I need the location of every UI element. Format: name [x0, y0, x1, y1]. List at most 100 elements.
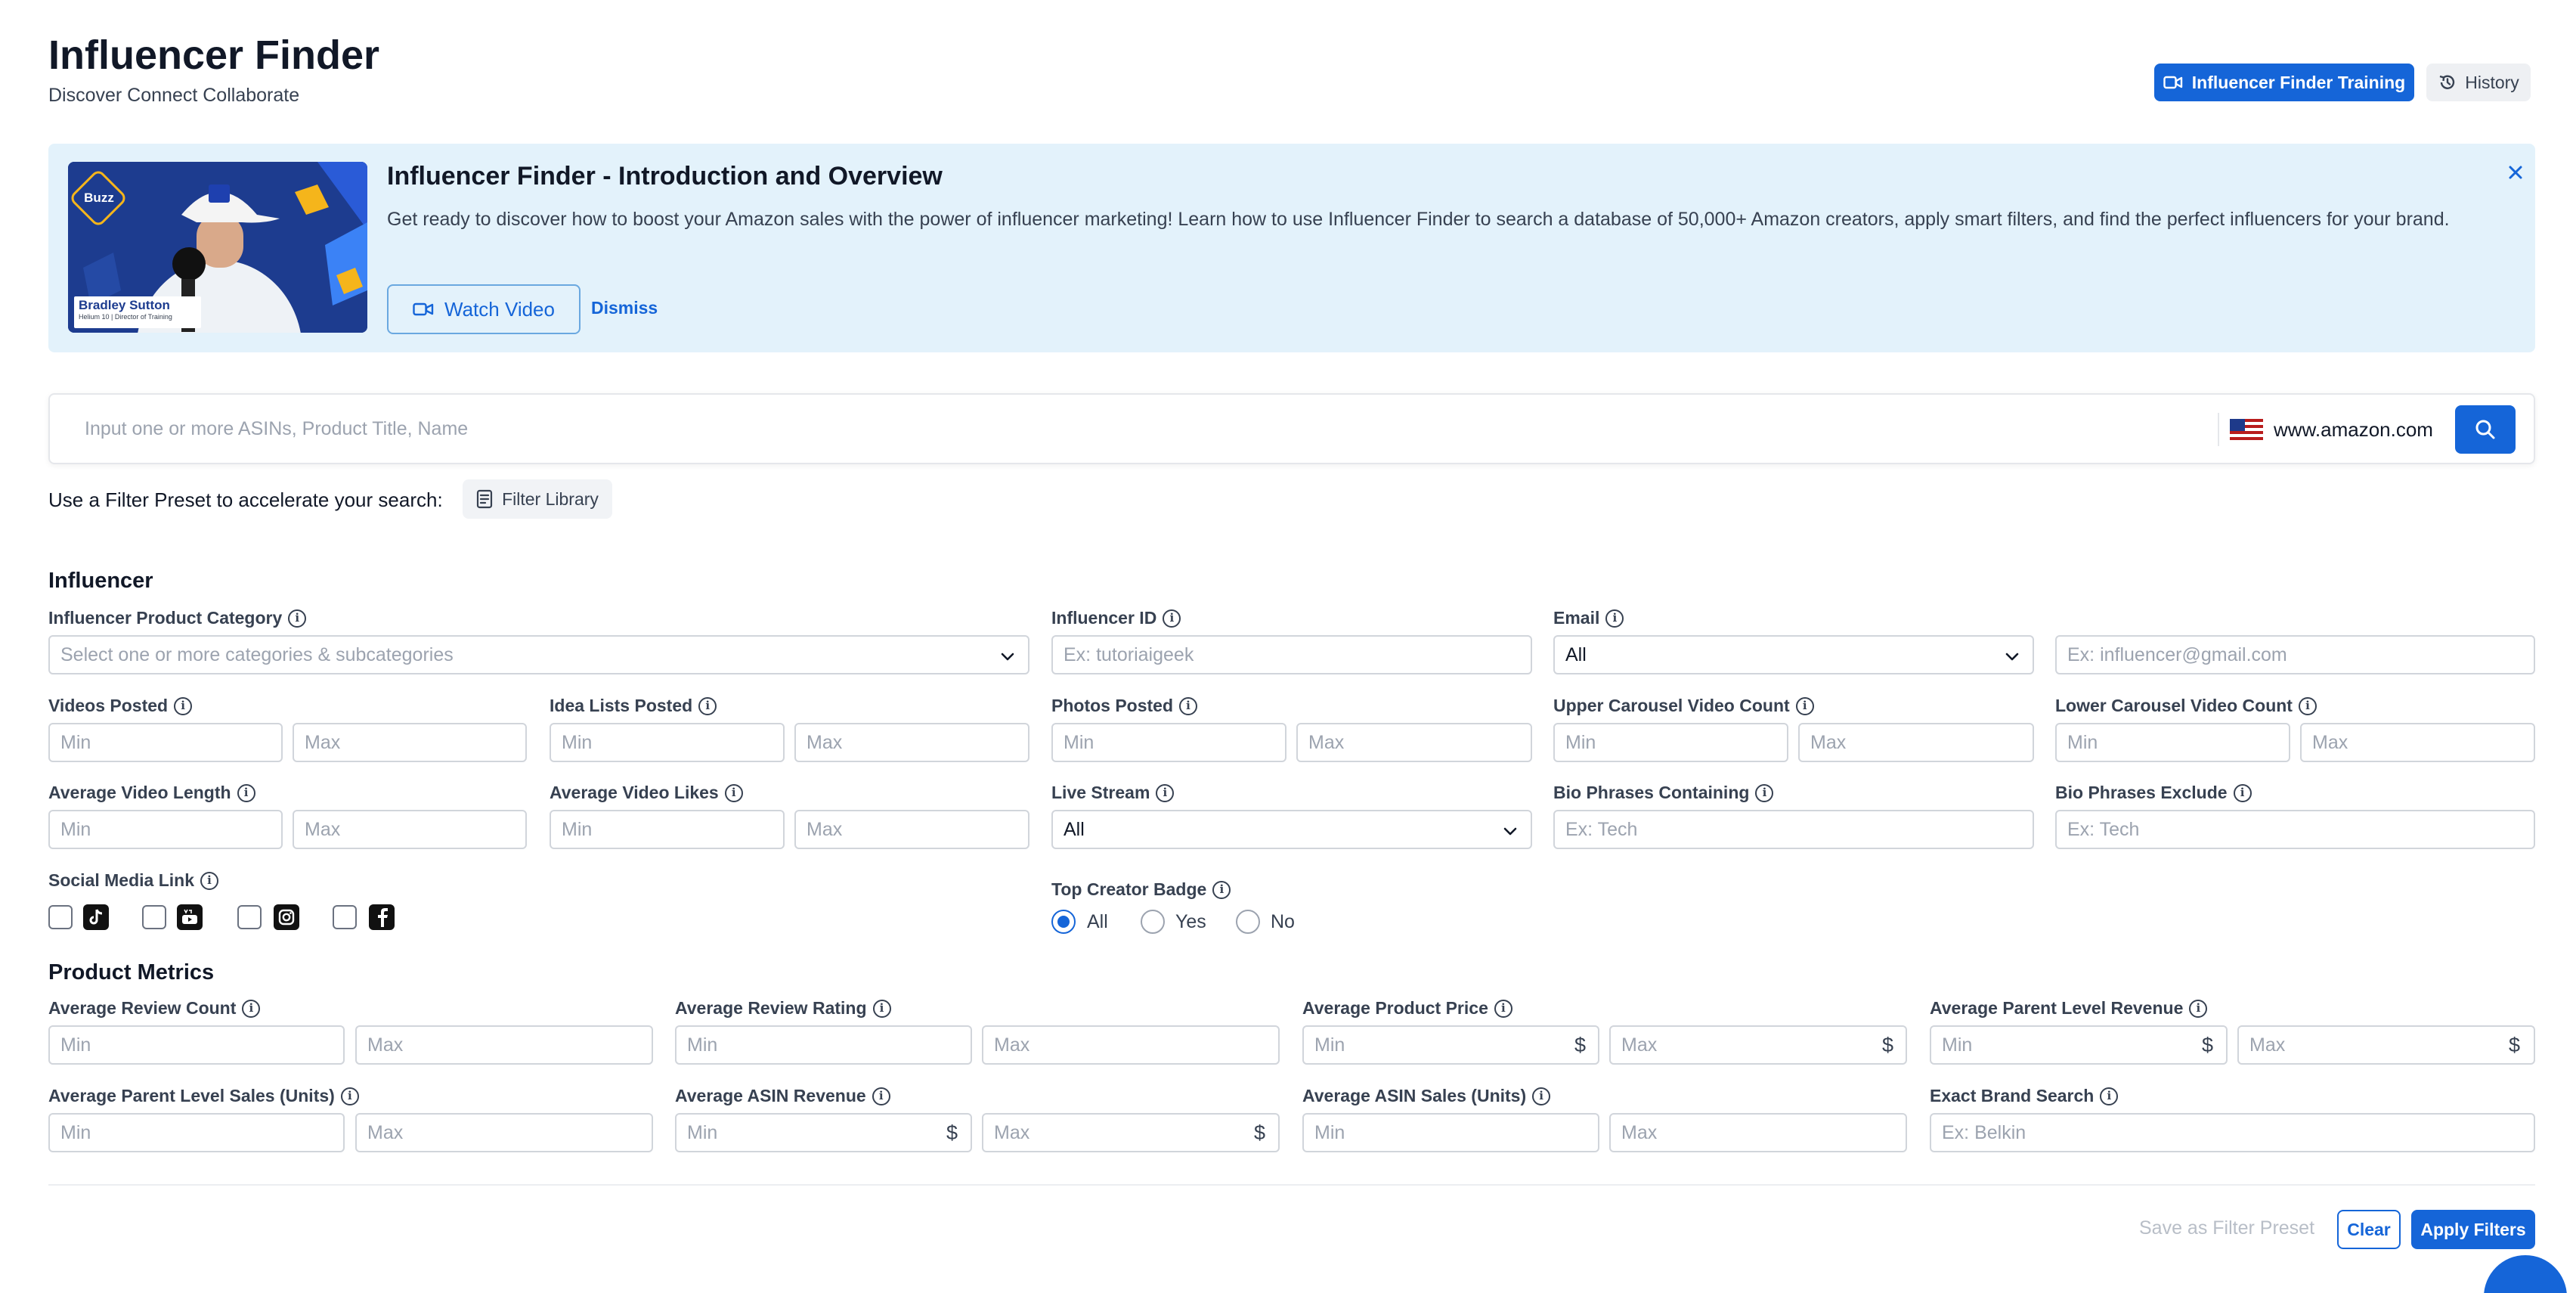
info-icon[interactable]: i: [724, 783, 743, 802]
youtube-checkbox[interactable]: [142, 905, 166, 929]
bio-exclude-input[interactable]: [2055, 810, 2535, 849]
facebook-checkbox[interactable]: [333, 905, 357, 929]
exact-brand-label: Exact Brand Search i: [1930, 1086, 2119, 1106]
avg-video-likes-max[interactable]: [794, 810, 1029, 849]
marketplace-selector[interactable]: www.amazon.com: [2230, 414, 2433, 445]
photos-posted-min[interactable]: [1051, 723, 1286, 762]
bio-exclude-label: Bio Phrases Exclude i: [2055, 783, 2252, 803]
lower-carousel-max[interactable]: [2300, 723, 2535, 762]
influencer-id-input[interactable]: [1051, 635, 1532, 674]
tiktok-checkbox[interactable]: [48, 905, 73, 929]
info-icon[interactable]: i: [2100, 1087, 2119, 1105]
info-icon[interactable]: i: [1755, 783, 1774, 802]
footer-divider: [48, 1184, 2535, 1186]
dismiss-banner-button[interactable]: Dismiss: [591, 298, 658, 318]
info-icon[interactable]: i: [1156, 783, 1175, 802]
info-icon[interactable]: i: [340, 1087, 359, 1105]
youtube-icon: [177, 904, 203, 930]
avg-product-price-max[interactable]: [1609, 1025, 1907, 1065]
idea-lists-label: Idea Lists Posted i: [550, 696, 717, 716]
avg-video-length-label-text: Average Video Length: [48, 783, 231, 802]
info-icon[interactable]: i: [1605, 609, 1624, 628]
info-icon[interactable]: i: [2189, 999, 2208, 1018]
email-input[interactable]: [2055, 635, 2535, 674]
avg-asin-revenue-label: Average ASIN Revenue i: [675, 1086, 890, 1106]
filter-library-button[interactable]: Filter Library: [463, 479, 612, 519]
exact-brand-input[interactable]: [1930, 1113, 2535, 1152]
close-banner-button[interactable]: [2500, 157, 2531, 188]
search-button[interactable]: [2455, 405, 2516, 454]
info-icon[interactable]: i: [200, 871, 218, 890]
avg-video-likes-min[interactable]: [550, 810, 785, 849]
video-thumbnail[interactable]: Buzz Bradley Sutton Helium 10 | Director…: [68, 162, 367, 333]
info-icon[interactable]: i: [174, 696, 193, 715]
chat-widget-button[interactable]: [2484, 1255, 2567, 1293]
influencer-id-label-text: Influencer ID: [1051, 608, 1157, 628]
product-category-select[interactable]: Select one or more categories & subcateg…: [48, 635, 1029, 674]
search-input[interactable]: [51, 396, 2213, 461]
info-icon[interactable]: i: [288, 609, 307, 628]
avg-parent-revenue-label: Average Parent Level Revenue i: [1930, 998, 2208, 1019]
top-creator-yes-radio[interactable]: [1141, 910, 1165, 934]
avg-video-length-min[interactable]: [48, 810, 283, 849]
info-icon[interactable]: i: [698, 696, 717, 715]
info-icon[interactable]: i: [2233, 783, 2252, 802]
clear-button[interactable]: Clear: [2337, 1210, 2401, 1249]
avg-parent-sales-label: Average Parent Level Sales (Units) i: [48, 1086, 359, 1106]
videos-posted-max[interactable]: [293, 723, 527, 762]
avg-asin-revenue-min[interactable]: [675, 1113, 972, 1152]
currency-symbol: $: [1574, 1034, 1587, 1056]
top-creator-all-radio[interactable]: [1051, 910, 1076, 934]
history-button[interactable]: History: [2426, 64, 2531, 101]
info-icon[interactable]: i: [237, 783, 255, 802]
avg-video-length-max[interactable]: [293, 810, 527, 849]
live-stream-select[interactable]: All: [1051, 810, 1532, 849]
avg-parent-sales-min[interactable]: [48, 1113, 345, 1152]
idea-lists-min[interactable]: [550, 723, 785, 762]
avg-review-count-min[interactable]: [48, 1025, 345, 1065]
avg-parent-revenue-max[interactable]: [2237, 1025, 2535, 1065]
watch-video-button[interactable]: Watch Video: [387, 284, 581, 334]
search-icon: [2475, 420, 2495, 439]
info-icon[interactable]: i: [1532, 1087, 1551, 1105]
avg-asin-revenue-label-text: Average ASIN Revenue: [675, 1086, 866, 1105]
upper-carousel-max[interactable]: [1798, 723, 2034, 762]
save-filter-preset-button[interactable]: Save as Filter Preset: [2139, 1217, 2314, 1239]
videos-posted-min[interactable]: [48, 723, 283, 762]
email-select[interactable]: All: [1553, 635, 2034, 674]
avg-asin-sales-min[interactable]: [1302, 1113, 1599, 1152]
bio-containing-label-text: Bio Phrases Containing: [1553, 783, 1750, 802]
avg-review-rating-max[interactable]: [982, 1025, 1280, 1065]
avg-asin-sales-max[interactable]: [1609, 1113, 1907, 1152]
chevron-down-icon: [2005, 653, 2019, 661]
upper-carousel-min[interactable]: [1553, 723, 1788, 762]
avg-parent-revenue-min[interactable]: [1930, 1025, 2228, 1065]
info-icon[interactable]: i: [2298, 696, 2317, 715]
lower-carousel-min[interactable]: [2055, 723, 2290, 762]
avg-review-rating-min[interactable]: [675, 1025, 972, 1065]
influencer-finder-training-button[interactable]: Influencer Finder Training: [2154, 64, 2414, 101]
avg-asin-revenue-max[interactable]: [982, 1113, 1280, 1152]
info-icon[interactable]: i: [1179, 696, 1198, 715]
training-button-label: Influencer Finder Training: [2191, 72, 2406, 92]
avg-parent-sales-max[interactable]: [355, 1113, 653, 1152]
apply-filters-button[interactable]: Apply Filters: [2411, 1210, 2535, 1249]
videos-posted-label: Videos Posted i: [48, 696, 193, 716]
info-icon[interactable]: i: [1795, 696, 1814, 715]
top-creator-no-radio[interactable]: [1236, 910, 1260, 934]
idea-lists-max[interactable]: [794, 723, 1029, 762]
info-icon[interactable]: i: [872, 999, 891, 1018]
top-creator-label-text: Top Creator Badge: [1051, 879, 1207, 899]
info-icon[interactable]: i: [1494, 999, 1512, 1018]
avg-review-count-max[interactable]: [355, 1025, 653, 1065]
instagram-checkbox[interactable]: [237, 905, 262, 929]
info-icon[interactable]: i: [872, 1087, 890, 1105]
info-icon[interactable]: i: [242, 999, 261, 1018]
video-camera-icon: [413, 302, 434, 316]
avg-product-price-min[interactable]: [1302, 1025, 1599, 1065]
photos-posted-max[interactable]: [1296, 723, 1532, 762]
info-icon[interactable]: i: [1163, 609, 1181, 628]
info-icon[interactable]: i: [1212, 880, 1231, 899]
influencer-id-label: Influencer ID i: [1051, 608, 1181, 628]
bio-containing-input[interactable]: [1553, 810, 2034, 849]
